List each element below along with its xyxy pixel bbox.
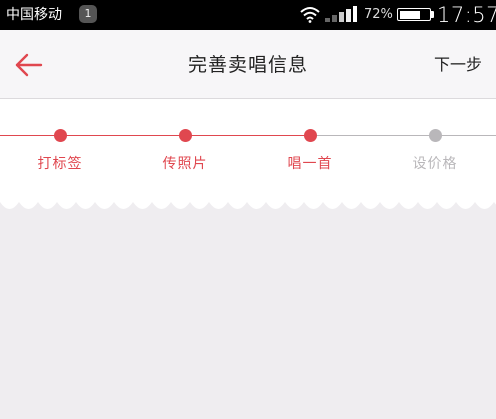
step-dot	[53, 129, 67, 142]
wifi-icon	[300, 7, 320, 23]
status-clock: 17:57	[437, 3, 496, 27]
battery-fill	[399, 10, 421, 19]
step-label: 唱一首	[287, 156, 333, 172]
step-label: 设价格	[412, 156, 458, 172]
carrier-name: 中国移动	[6, 7, 62, 23]
notification-badge: 1	[79, 5, 97, 23]
battery-icon	[397, 8, 431, 21]
battery-percent: 72%	[364, 7, 393, 22]
battery-tip	[431, 11, 434, 18]
next-step-button[interactable]: 下一步	[434, 54, 482, 76]
step-sing: 唱一首	[265, 129, 355, 173]
scallop-shape	[0, 202, 496, 209]
step-dot	[303, 129, 317, 142]
step-label: 传照片	[162, 156, 208, 172]
page-title: 完善卖唱信息	[187, 54, 308, 76]
step-price: 设价格	[390, 129, 480, 173]
nav-bar: 完善卖唱信息 下一步	[0, 30, 496, 99]
signal-icon	[325, 6, 357, 22]
step-tags: 打标签	[15, 129, 105, 173]
step-dot	[178, 129, 192, 142]
step-label: 打标签	[37, 156, 83, 172]
step-photos: 传照片	[140, 129, 230, 173]
status-bar: 中国移动 1 72% 17:57	[0, 0, 496, 30]
scallop-edge	[0, 202, 496, 209]
step-dot	[428, 129, 442, 142]
progress-steps: 打标签 传照片 唱一首 设价格	[0, 99, 496, 202]
